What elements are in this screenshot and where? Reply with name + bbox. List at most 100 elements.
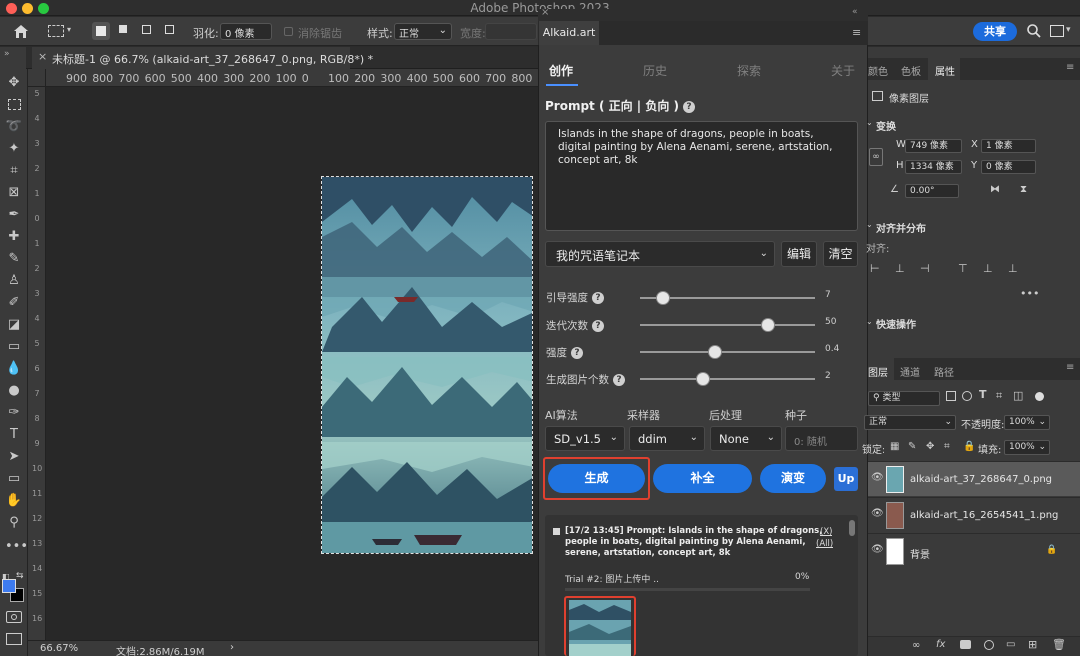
remove-all-link[interactable]: (All): [816, 539, 833, 549]
more-options-icon[interactable]: •••: [1020, 287, 1039, 300]
blur-tool-icon[interactable]: 💧: [5, 361, 23, 377]
hand-tool-icon[interactable]: ✋: [5, 493, 23, 509]
angle-field[interactable]: 0.00°: [905, 184, 959, 198]
layers-menu-icon[interactable]: ≡: [1066, 362, 1074, 373]
healing-brush-tool-icon[interactable]: ✚: [5, 229, 23, 245]
zoom-level[interactable]: 66.67%: [40, 643, 78, 654]
align-chevron-icon[interactable]: ⌄: [866, 220, 873, 229]
magic-wand-tool-icon[interactable]: ✦: [5, 141, 23, 157]
layer-row[interactable]: 👁 alkaid-art_37_268647_0.png: [868, 461, 1080, 496]
tab-paths[interactable]: 路径: [934, 364, 954, 379]
feather-input[interactable]: 0 像素: [220, 23, 272, 40]
lock-all-icon[interactable]: 🔒: [963, 441, 975, 452]
image-count-slider[interactable]: [696, 372, 710, 386]
foreground-color-swatch[interactable]: [2, 579, 16, 593]
frame-tool-icon[interactable]: ⊠: [5, 185, 23, 201]
delete-layer-icon[interactable]: 🗑: [1052, 638, 1066, 651]
width-field[interactable]: 749 像素: [905, 139, 962, 153]
dodge-tool-icon[interactable]: ●: [5, 383, 23, 399]
new-layer-icon[interactable]: ⊞: [1028, 638, 1037, 651]
path-selection-tool-icon[interactable]: ➤: [5, 449, 23, 465]
pen-tool-icon[interactable]: ✑: [5, 405, 23, 421]
nav-tab-about[interactable]: 关于: [831, 62, 855, 79]
add-selection-icon[interactable]: [116, 22, 134, 40]
rectangle-tool-icon[interactable]: ▭: [5, 471, 23, 487]
plugin-tab-alkaid[interactable]: Alkaid.art: [539, 21, 599, 45]
visibility-eye-icon[interactable]: 👁: [871, 544, 884, 555]
help-icon[interactable]: ?: [571, 347, 583, 359]
adjustment-layer-icon[interactable]: [984, 640, 994, 650]
link-icon[interactable]: ∞: [869, 148, 883, 166]
move-tool-icon[interactable]: ✥: [5, 75, 23, 91]
complete-button[interactable]: 补全: [653, 464, 752, 493]
remove-entry-link[interactable]: (X): [820, 527, 832, 537]
marquee-tool-icon[interactable]: [5, 97, 23, 113]
tab-properties[interactable]: 属性: [935, 63, 955, 78]
align-bottom-icon[interactable]: ⊥: [1008, 262, 1018, 275]
x-field[interactable]: 1 像素: [981, 139, 1036, 153]
align-center-h-icon[interactable]: ⊥: [895, 262, 905, 275]
more-tools-icon[interactable]: •••: [5, 539, 28, 555]
home-icon[interactable]: [12, 23, 30, 39]
quick-mask-icon[interactable]: [6, 611, 22, 623]
log-scrollbar[interactable]: [849, 520, 855, 536]
flip-horizontal-icon[interactable]: ⧓: [990, 184, 1000, 195]
link-layers-icon[interactable]: ∞: [912, 640, 920, 651]
prompt-notebook-select[interactable]: 我的咒语笔记本 ⌄: [545, 241, 775, 267]
align-top-icon[interactable]: ⊤: [958, 262, 968, 275]
tab-channels[interactable]: 通道: [900, 364, 920, 379]
align-middle-icon[interactable]: ⊥: [983, 262, 993, 275]
collapse-toolbar-icon[interactable]: »: [4, 49, 10, 59]
gradient-tool-icon[interactable]: ▭: [5, 339, 23, 355]
seed-input[interactable]: 0: 随机: [785, 426, 858, 451]
opacity-field[interactable]: 100% ⌄: [1004, 415, 1050, 430]
stamp-tool-icon[interactable]: ♙: [5, 273, 23, 289]
group-folder-icon[interactable]: ▭: [1006, 639, 1015, 650]
upscale-button[interactable]: Up: [834, 467, 858, 491]
visibility-eye-icon[interactable]: 👁: [871, 472, 884, 483]
history-brush-tool-icon[interactable]: ✐: [5, 295, 23, 311]
lock-pixels-icon[interactable]: ✎: [908, 441, 916, 452]
height-field[interactable]: 1334 像素: [905, 160, 962, 174]
share-button[interactable]: 共享: [973, 22, 1017, 41]
help-icon[interactable]: ?: [613, 374, 625, 386]
iterations-slider[interactable]: [760, 318, 775, 332]
new-selection-icon[interactable]: [92, 22, 110, 40]
properties-menu-icon[interactable]: ≡: [1066, 62, 1074, 73]
type-tool-icon[interactable]: T: [5, 427, 23, 443]
filter-smart-object-icon[interactable]: ◫: [1013, 389, 1023, 402]
filter-pixel-icon[interactable]: [946, 391, 956, 401]
filter-type-icon[interactable]: T: [979, 388, 987, 401]
y-field[interactable]: 0 像素: [981, 160, 1036, 174]
evolve-button[interactable]: 演变: [760, 464, 826, 493]
help-icon[interactable]: ?: [592, 292, 604, 304]
quick-actions-chevron-icon[interactable]: ⌄: [866, 317, 873, 326]
visibility-eye-icon[interactable]: 👁: [871, 508, 884, 519]
filter-toggle-icon[interactable]: [1035, 392, 1044, 401]
edit-button[interactable]: 编辑: [781, 241, 817, 267]
filter-adjustment-icon[interactable]: [962, 391, 972, 401]
style-select[interactable]: 正常 ⌄: [394, 23, 452, 40]
screen-mode-icon[interactable]: [6, 633, 22, 645]
ai-algorithm-select[interactable]: SD_v1.5 ⌄: [545, 426, 625, 451]
layer-filter-select[interactable]: ⚲ 类型: [868, 391, 940, 406]
help-icon[interactable]: ?: [592, 320, 604, 332]
brush-tool-icon[interactable]: ✎: [5, 251, 23, 267]
flip-vertical-icon[interactable]: ⧗: [1020, 184, 1027, 195]
prompt-textarea[interactable]: Islands in the shape of dragons, people …: [545, 121, 858, 231]
layer-style-icon[interactable]: fx: [936, 639, 945, 650]
sampler-select[interactable]: ddim ⌄: [629, 426, 705, 451]
close-tab-icon[interactable]: ×: [38, 50, 47, 63]
swap-colors-icon[interactable]: ⇆: [16, 571, 24, 581]
layer-row[interactable]: 👁 背景 🔒: [868, 533, 1080, 568]
filter-shape-icon[interactable]: ⌗: [996, 389, 1002, 403]
lasso-tool-icon[interactable]: ➰: [5, 119, 23, 135]
tab-color[interactable]: 颜色: [868, 63, 888, 78]
strength-track[interactable]: [640, 351, 815, 353]
image-count-track[interactable]: [640, 378, 815, 380]
guidance-strength-slider[interactable]: [655, 291, 670, 305]
nav-tab-explore[interactable]: 探索: [737, 62, 761, 79]
nav-tab-create[interactable]: 创作: [549, 62, 573, 79]
artwork-image[interactable]: [321, 176, 533, 554]
panel-menu-icon[interactable]: ≡: [852, 26, 861, 39]
